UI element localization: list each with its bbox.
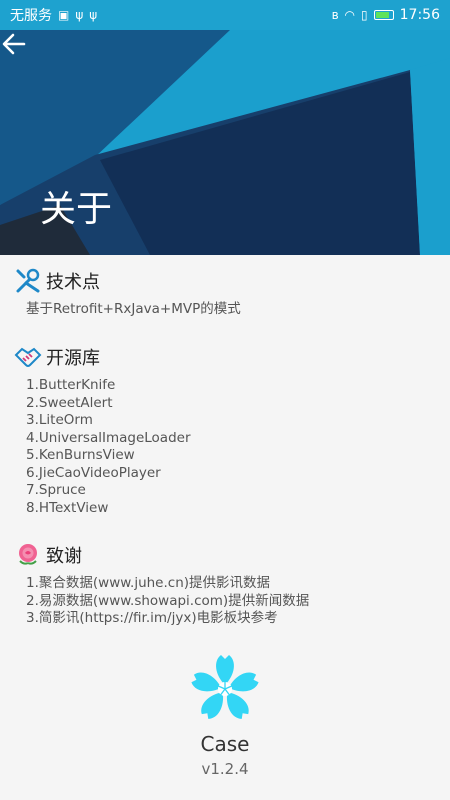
lib-item: 8.HTextView <box>26 499 109 516</box>
thanks-item: 1.聚合数据(www.juhe.cn)提供影讯数据 <box>26 575 271 591</box>
page-title: 关于 <box>40 189 113 230</box>
usb-debug-icon: ψ <box>89 8 98 22</box>
tech-section-header: 技术点 <box>14 267 241 295</box>
thanks-item: 3.简影讯(https://fir.im/jyx)电影板块参考 <box>26 610 278 626</box>
status-right: ʙ ◠ ▯ 17:56 <box>332 7 440 23</box>
sakura-logo-icon <box>191 655 259 719</box>
wifi-icon: ◠ <box>344 8 356 22</box>
tools-icon <box>16 268 40 293</box>
status-left: 无服务 ▣ ψ ψ <box>10 5 97 25</box>
clock-text: 17:56 <box>399 7 440 23</box>
app-version: v1.2.4 <box>201 760 249 778</box>
tech-line: 基于Retrofit+RxJava+MVP的模式 <box>26 301 241 317</box>
image-icon: ▣ <box>58 8 70 22</box>
app-info: Case v1.2.4 <box>0 652 450 778</box>
tech-section: 技术点 基于Retrofit+RxJava+MVP的模式 <box>14 267 241 319</box>
libs-lines: 1.ButterKnife 2.SweetAlert 3.LiteOrm 4.U… <box>26 377 191 517</box>
sim-icon: ▯ <box>361 8 368 22</box>
libs-section: 开源库 1.ButterKnife 2.SweetAlert 3.LiteOrm… <box>14 343 191 517</box>
libs-section-header: 开源库 <box>14 343 191 371</box>
carrier-text: 无服务 <box>10 8 52 24</box>
lib-item: 6.JieCaoVideoPlayer <box>26 464 161 481</box>
rose-icon <box>19 544 37 565</box>
app-name: Case <box>200 732 250 756</box>
lib-item: 3.LiteOrm <box>26 412 93 428</box>
bluetooth-icon: ʙ <box>331 8 339 22</box>
thanks-section-title: 致谢 <box>46 546 82 567</box>
lib-item: 5.KenBurnsView <box>26 447 135 463</box>
usb-icon: ψ <box>75 8 84 22</box>
tech-section-title: 技术点 <box>46 272 100 293</box>
status-bar: 无服务 ▣ ψ ψ ʙ ◠ ▯ 17:56 <box>0 0 450 30</box>
libs-section-title: 开源库 <box>46 348 100 369</box>
lib-item: 4.UniversalImageLoader <box>26 429 191 446</box>
tech-lines: 基于Retrofit+RxJava+MVP的模式 <box>26 301 241 319</box>
battery-icon <box>373 10 394 20</box>
lib-item: 2.SweetAlert <box>26 394 113 411</box>
thanks-item: 2.易源数据(www.showapi.com)提供新闻数据 <box>26 592 310 609</box>
thanks-section: 致谢 1.聚合数据(www.juhe.cn)提供影讯数据 2.易源数据(www.… <box>14 541 309 628</box>
handshake-icon <box>14 347 42 367</box>
thanks-lines: 1.聚合数据(www.juhe.cn)提供影讯数据 2.易源数据(www.sho… <box>26 575 309 628</box>
back-arrow-icon[interactable] <box>0 30 28 58</box>
header-banner: 关于 <box>0 30 450 255</box>
lib-item: 7.Spruce <box>26 482 86 498</box>
thanks-section-header: 致谢 <box>14 541 309 569</box>
lib-item: 1.ButterKnife <box>26 377 116 393</box>
